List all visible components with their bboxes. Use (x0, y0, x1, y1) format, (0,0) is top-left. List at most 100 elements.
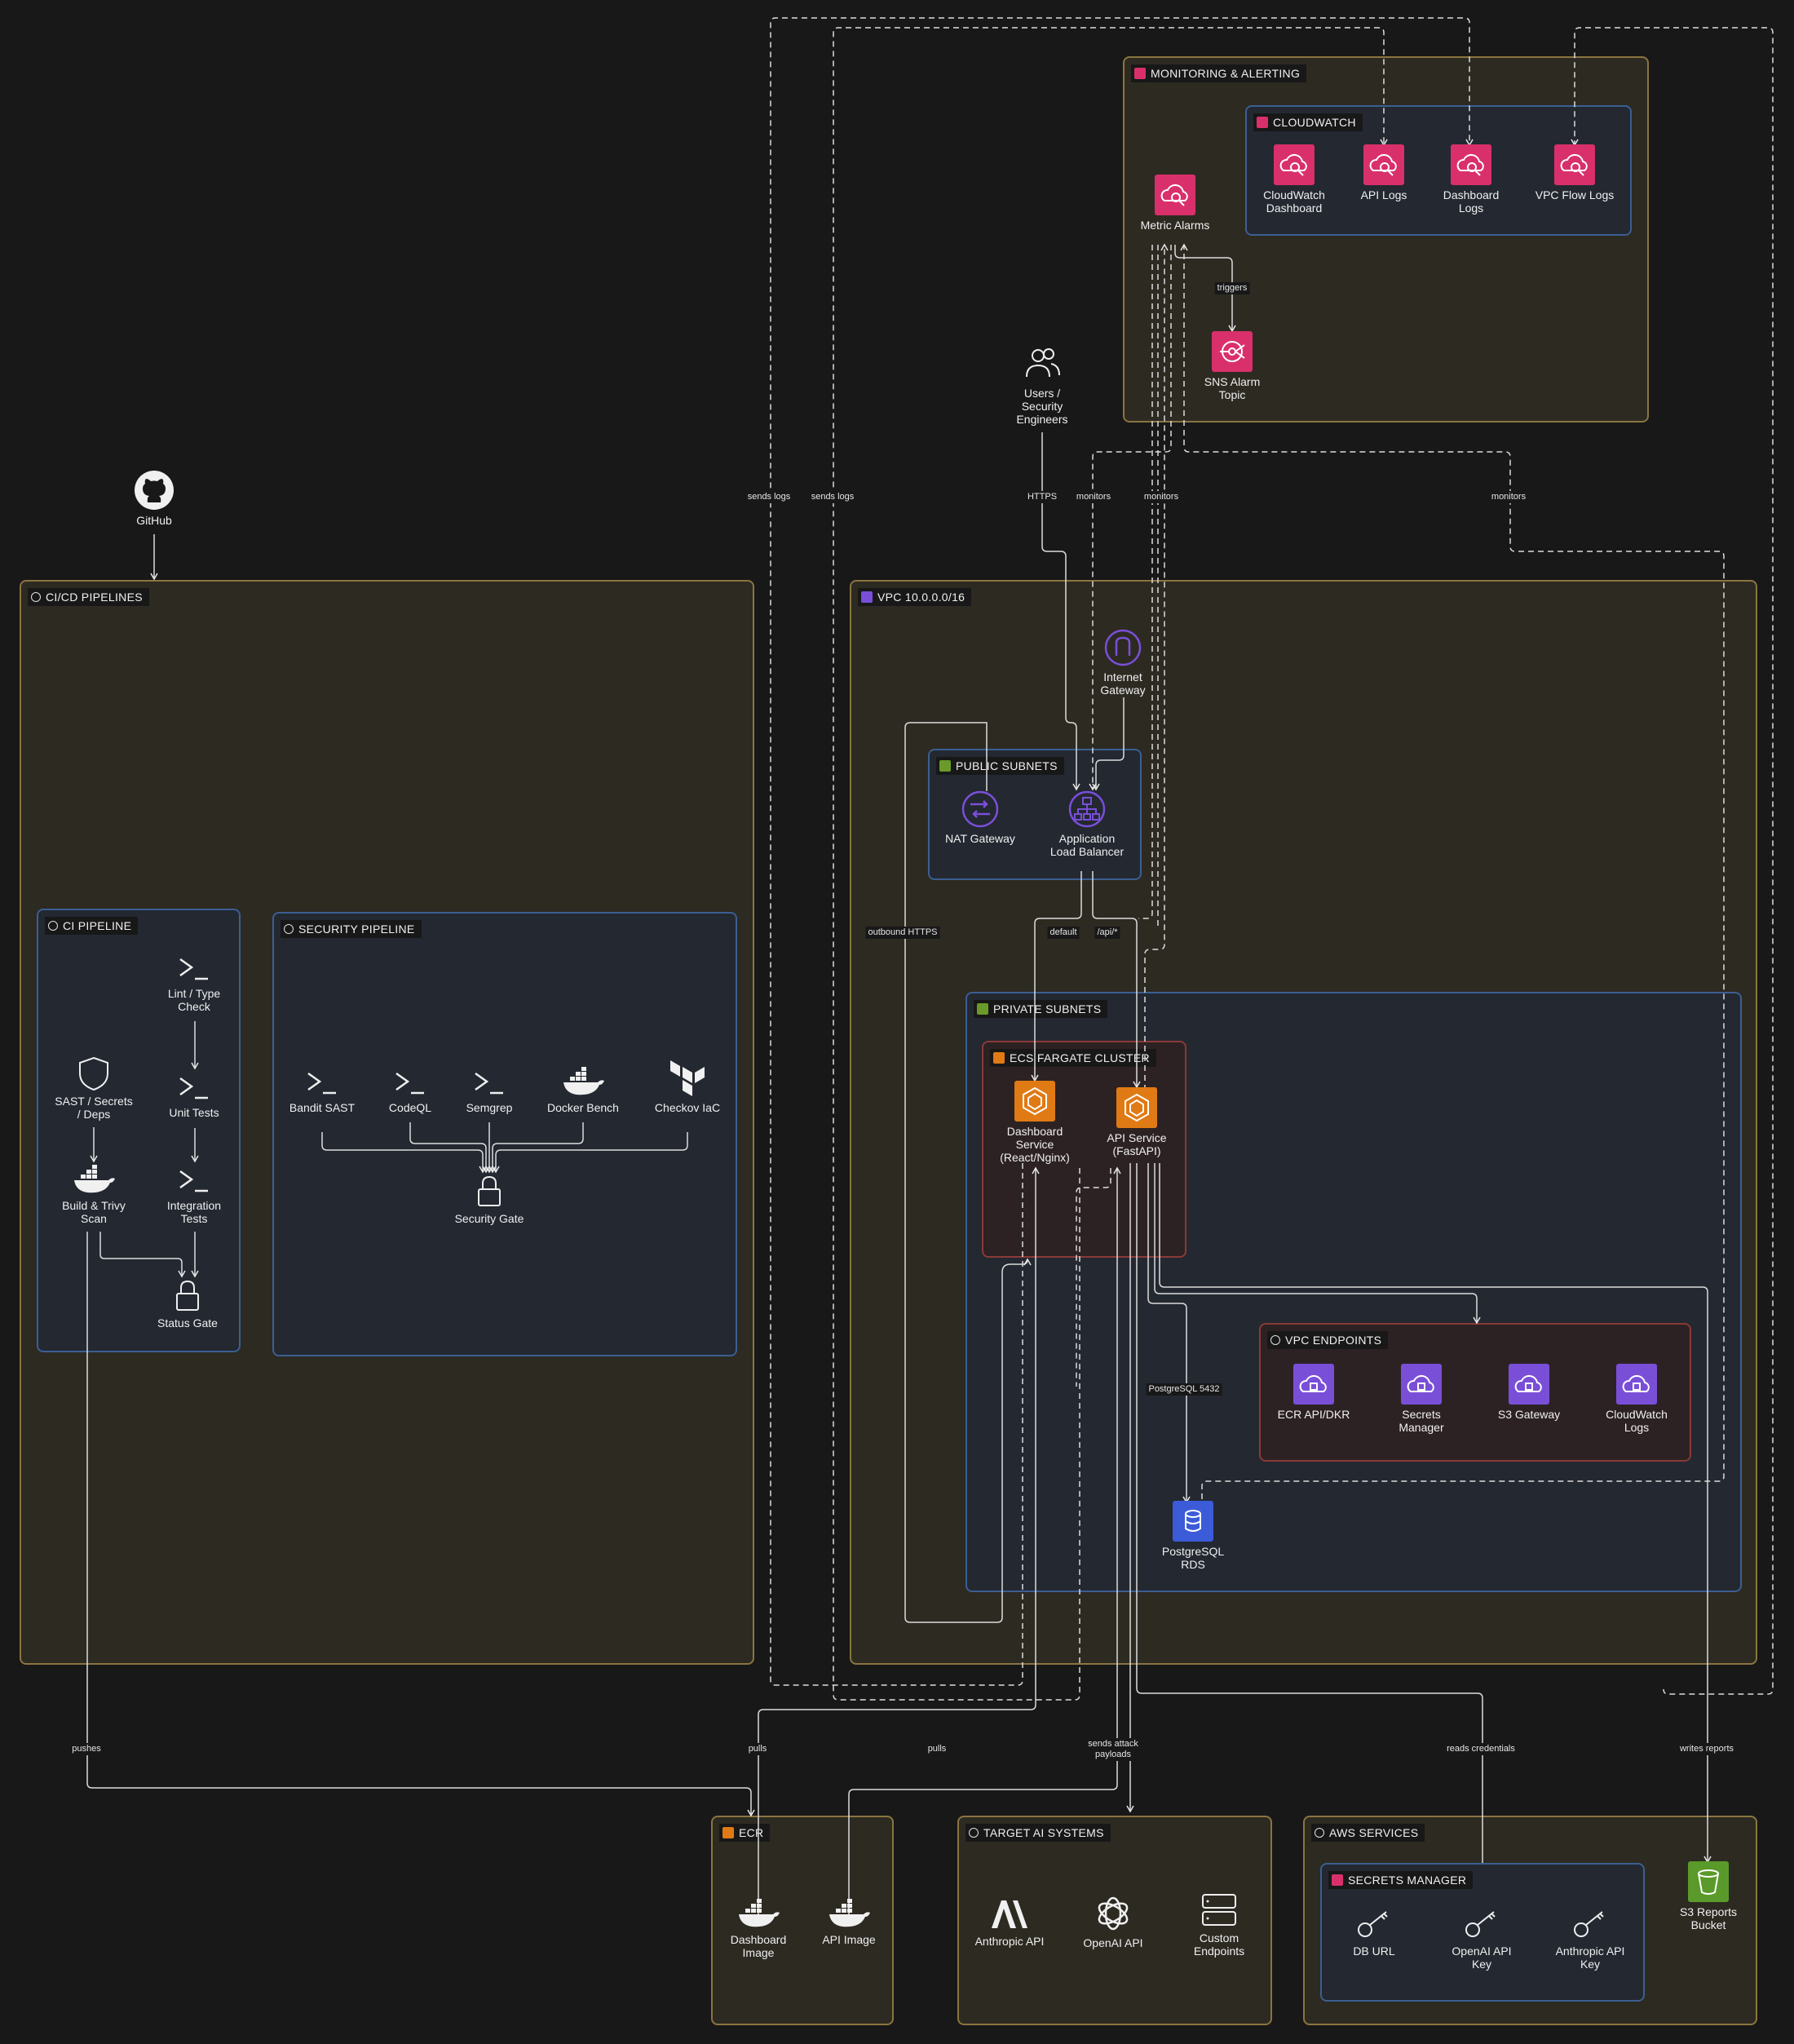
edge-flowlogs (1571, 27, 1774, 1695)
sns-icon (1212, 331, 1253, 372)
terminal-icon (307, 1072, 336, 1095)
edge-build-gate (99, 1232, 186, 1278)
node-rds[interactable]: PostgreSQL RDS (1132, 1501, 1254, 1571)
node-alb[interactable]: Application Load Balancer (1026, 790, 1148, 858)
lock-icon (478, 1175, 501, 1206)
edge-api-endpoints (1154, 1163, 1481, 1325)
docker-icon (739, 1899, 780, 1927)
lock-icon (176, 1280, 199, 1311)
node-secrets-endpoint[interactable]: Secrets Manager (1360, 1364, 1482, 1434)
node-security-gate[interactable]: Security Gate (428, 1173, 550, 1225)
key-icon (1574, 1911, 1604, 1937)
terminal-icon (179, 958, 208, 980)
node-openai[interactable]: OpenAI API (1052, 1894, 1174, 1949)
cloudwatch-icon (1274, 144, 1315, 185)
edge-apiimage-pull (848, 1166, 1121, 1925)
node-cwlogs-endpoint[interactable]: CloudWatch Logs (1575, 1364, 1698, 1434)
server-icon (1202, 1894, 1236, 1926)
edge-users-alb (1041, 432, 1080, 791)
edge-bandit-gate (321, 1132, 487, 1174)
load-balancer-icon (1068, 790, 1106, 828)
cloudwatch-icon (1451, 144, 1491, 185)
alarm-icon (1155, 175, 1195, 215)
label-monitors-3: monitors (1488, 491, 1529, 503)
node-nat-gateway[interactable]: NAT Gateway (919, 790, 1041, 845)
openai-icon (1098, 1896, 1129, 1931)
label-attack: sends attack payloads (1085, 1738, 1141, 1761)
node-build-trivy[interactable]: Build & Trivy Scan (33, 1163, 155, 1225)
label-reads-creds: reads credentials (1444, 1743, 1518, 1755)
edge-dashimage-pull (758, 1166, 1040, 1925)
node-users[interactable]: Users / Security Engineers (981, 343, 1103, 426)
docker-icon (74, 1165, 115, 1193)
label-postgres: PostgreSQL 5432 (1146, 1383, 1222, 1396)
database-icon (1173, 1501, 1213, 1542)
node-checkov[interactable]: Checkov IaC (626, 1059, 749, 1114)
fargate-icon (1014, 1081, 1055, 1122)
label-pulls-1: pulls (745, 1743, 770, 1755)
node-anthropic-key-secret[interactable]: Anthropic API Key (1529, 1909, 1651, 1971)
node-github[interactable]: GitHub (93, 470, 215, 527)
key-icon (1465, 1911, 1496, 1937)
users-icon (1026, 348, 1060, 378)
anthropic-icon (992, 1900, 1027, 1928)
edge-codeql-gate (409, 1122, 490, 1174)
label-sends-logs-1: sends logs (745, 491, 793, 503)
bucket-icon (1688, 1861, 1729, 1902)
node-s3-gateway-endpoint[interactable]: S3 Gateway (1468, 1364, 1590, 1421)
node-s3-reports[interactable]: S3 Reports Bucket (1647, 1861, 1770, 1931)
label-pushes: pushes (69, 1743, 104, 1755)
node-db-url-secret[interactable]: DB URL (1313, 1909, 1435, 1958)
node-openai-key-secret[interactable]: OpenAI API Key (1421, 1909, 1543, 1971)
github-icon (135, 471, 174, 510)
terraform-icon (670, 1060, 705, 1096)
docker-icon (563, 1067, 604, 1095)
connections (86, 17, 1774, 1925)
nat-gateway-icon (961, 790, 999, 828)
endpoint-icon (1509, 1364, 1549, 1405)
edge-api-apilogs-dashed (1076, 1168, 1111, 1387)
label-pulls-2: pulls (925, 1743, 949, 1755)
label-https: HTTPS (1024, 491, 1060, 503)
node-vpc-flow-logs[interactable]: VPC Flow Logs (1513, 144, 1636, 201)
architecture-diagram: MONITORING & ALERTING CLOUDWATCH CI/CD P… (0, 0, 1794, 2044)
edge-checkov-gate (492, 1132, 688, 1174)
edge-igw-alb (1092, 697, 1125, 791)
node-lint[interactable]: Lint / Type Check (133, 951, 255, 1013)
node-status-gate[interactable]: Status Gate (126, 1277, 249, 1329)
edge-nat-outbound (904, 722, 1032, 1623)
edge-monitors-alb (1089, 245, 1172, 791)
cloudwatch-icon (1363, 144, 1404, 185)
internet-gateway-icon (1104, 629, 1142, 666)
endpoint-icon (1616, 1364, 1657, 1405)
label-outbound: outbound HTTPS (865, 927, 940, 939)
terminal-icon (395, 1072, 424, 1095)
endpoint-icon (1401, 1364, 1442, 1405)
edge-alb-api (1092, 871, 1141, 1089)
label-writes-reports: writes reports (1677, 1743, 1737, 1755)
edge-sendlogs-2 (833, 27, 1388, 1701)
node-internet-gateway[interactable]: Internet Gateway (1062, 628, 1184, 697)
terminal-icon (475, 1072, 503, 1095)
label-api-route: /api/* (1094, 927, 1120, 939)
endpoint-icon (1293, 1364, 1334, 1405)
node-sns-topic[interactable]: SNS Alarm Topic (1171, 331, 1293, 401)
cloudwatch-icon (1554, 144, 1595, 185)
shield-icon (79, 1056, 108, 1091)
label-triggers: triggers (1214, 282, 1250, 294)
key-icon (1358, 1911, 1388, 1937)
node-api-image[interactable]: API Image (788, 1897, 910, 1946)
node-api-service[interactable]: API Service (FastAPI) (1076, 1087, 1198, 1157)
fargate-icon (1116, 1087, 1157, 1128)
terminal-icon (179, 1077, 208, 1099)
node-custom-endpoints[interactable]: Custom Endpoints (1158, 1892, 1280, 1958)
label-sends-logs-2: sends logs (808, 491, 857, 503)
edge-dockerbench-gate (488, 1122, 584, 1174)
node-ecr-endpoint[interactable]: ECR API/DKR (1253, 1364, 1375, 1421)
node-metric-alarms[interactable]: Metric Alarms (1114, 175, 1236, 232)
label-monitors-2: monitors (1141, 491, 1182, 503)
node-sast[interactable]: SAST / Secrets / Deps (33, 1055, 155, 1121)
terminal-icon (179, 1170, 208, 1192)
label-default: default (1047, 927, 1080, 939)
docker-icon (829, 1899, 870, 1927)
